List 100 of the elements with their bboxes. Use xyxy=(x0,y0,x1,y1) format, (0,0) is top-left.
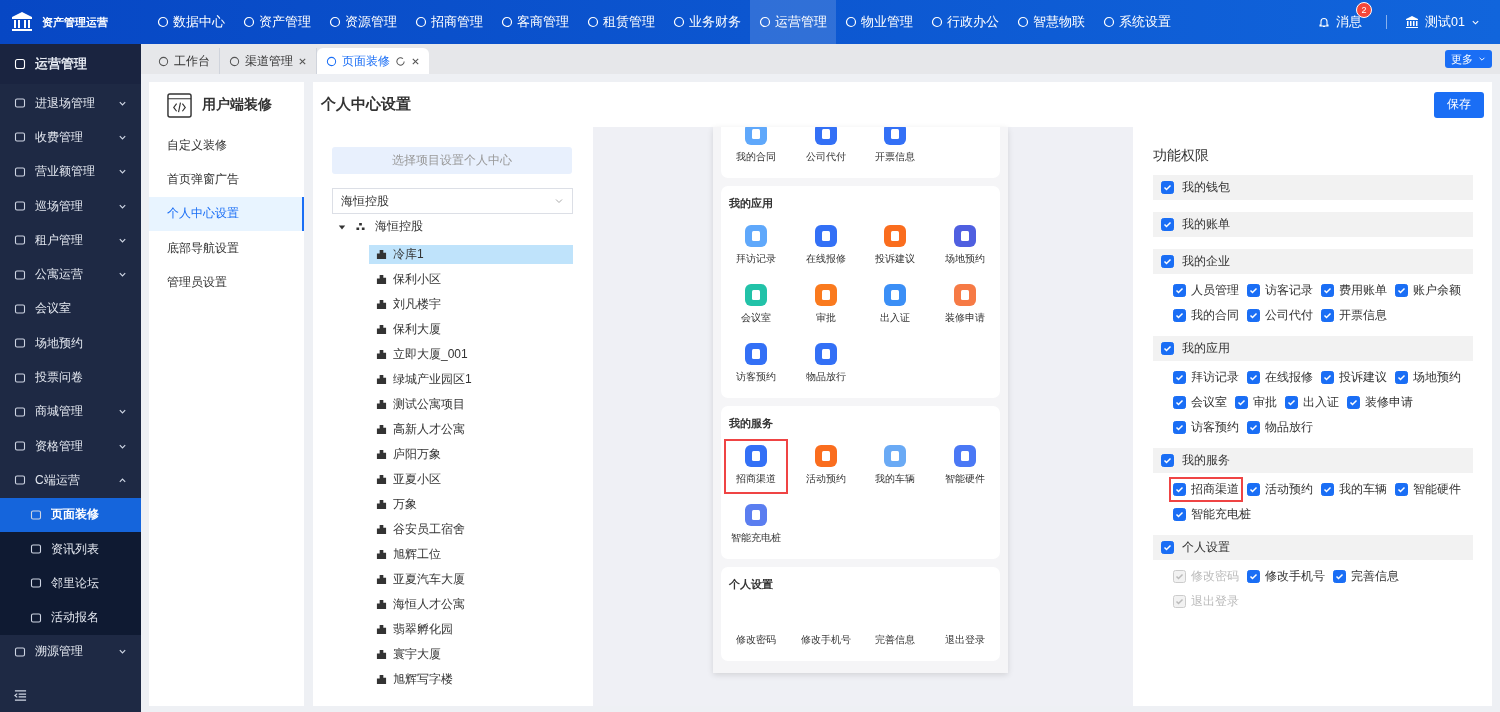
tree-node[interactable]: 翡翠孵化园 xyxy=(369,620,573,639)
checkbox[interactable] xyxy=(1161,342,1174,355)
checkbox[interactable] xyxy=(1321,371,1334,384)
app-shortcut[interactable]: 装修申请 xyxy=(933,278,997,333)
checkbox[interactable] xyxy=(1247,570,1260,583)
checkbox[interactable] xyxy=(1173,508,1186,521)
tree-node[interactable]: 海恒人才公寓 xyxy=(369,595,573,614)
save-button[interactable]: 保存 xyxy=(1434,91,1484,118)
checkbox[interactable] xyxy=(1161,541,1174,554)
sidebar-item[interactable]: 营业额管理 xyxy=(0,154,141,189)
app-shortcut[interactable]: 在线报修 xyxy=(793,219,858,274)
decor-menu-item[interactable]: 首页弹窗广告 xyxy=(149,162,304,197)
sidebar-item[interactable]: 资格管理 xyxy=(0,428,141,464)
permission-group[interactable]: 我的钱包 xyxy=(1153,175,1473,200)
sidebar-item[interactable]: 租户管理 xyxy=(0,223,141,258)
permission-group[interactable]: 个人设置 xyxy=(1153,535,1473,560)
top-nav-item[interactable]: 租赁管理 xyxy=(578,0,664,44)
collapse-menu-icon[interactable] xyxy=(14,688,27,702)
top-nav-item[interactable]: 业务财务 xyxy=(664,0,750,44)
permission-option[interactable]: 招商渠道 xyxy=(1169,477,1243,502)
app-shortcut[interactable]: 我的合同 xyxy=(724,127,788,172)
checkbox[interactable] xyxy=(1285,396,1298,409)
checkbox[interactable] xyxy=(1247,309,1260,322)
sidebar-item[interactable]: C端运营 xyxy=(0,463,141,498)
tree-node[interactable]: 冷库1 xyxy=(369,245,573,264)
sidebar-item[interactable]: 商城管理 xyxy=(0,394,141,429)
top-nav-item[interactable]: 招商管理 xyxy=(406,0,492,44)
checkbox[interactable] xyxy=(1173,284,1186,297)
permission-option[interactable]: 完善信息 xyxy=(1329,564,1403,589)
sidebar-item[interactable]: 收费管理 xyxy=(0,120,141,155)
permission-group[interactable]: 我的账单 xyxy=(1153,212,1473,237)
sidebar-item[interactable]: 投票问卷 xyxy=(0,360,141,395)
sidebar-subitem[interactable]: 邻里论坛 xyxy=(0,566,141,601)
tree-node[interactable]: 旭辉工位 xyxy=(369,545,573,564)
tree-node[interactable]: 测试公寓项目 xyxy=(369,395,573,414)
permission-option[interactable]: 访客记录 xyxy=(1243,278,1317,303)
app-shortcut[interactable]: 修改密码 xyxy=(724,600,788,655)
tree-node[interactable]: 高新人才公寓 xyxy=(369,420,573,439)
checkbox[interactable] xyxy=(1395,371,1408,384)
close-icon[interactable] xyxy=(411,56,420,66)
checkbox[interactable] xyxy=(1161,255,1174,268)
app-shortcut[interactable]: 拜访记录 xyxy=(724,219,788,274)
permission-option[interactable]: 活动预约 xyxy=(1243,477,1317,502)
top-nav-item[interactable]: 系统设置 xyxy=(1094,0,1180,44)
checkbox[interactable] xyxy=(1235,396,1248,409)
permission-option[interactable]: 人员管理 xyxy=(1169,278,1243,303)
permission-option[interactable]: 智能硬件 xyxy=(1391,477,1465,502)
permission-option[interactable]: 拜访记录 xyxy=(1169,365,1243,390)
top-nav-item[interactable]: 智慧物联 xyxy=(1008,0,1094,44)
checkbox[interactable] xyxy=(1347,396,1360,409)
permission-option[interactable]: 场地预约 xyxy=(1391,365,1465,390)
permission-option[interactable]: 物品放行 xyxy=(1243,415,1317,440)
app-shortcut[interactable]: 场地预约 xyxy=(933,219,997,274)
app-shortcut[interactable]: 会议室 xyxy=(724,278,788,333)
checkbox[interactable] xyxy=(1173,371,1186,384)
tree-node[interactable]: 寰宇大厦 xyxy=(369,645,573,664)
checkbox[interactable] xyxy=(1161,181,1174,194)
refresh-icon[interactable] xyxy=(395,55,406,67)
app-shortcut[interactable]: 完善信息 xyxy=(863,600,928,655)
permission-option[interactable]: 我的合同 xyxy=(1169,303,1243,328)
decor-menu-item[interactable]: 管理员设置 xyxy=(149,265,304,300)
page-tab[interactable]: 工作台 xyxy=(149,48,220,74)
permission-option[interactable]: 公司代付 xyxy=(1243,303,1317,328)
permission-option[interactable]: 我的车辆 xyxy=(1317,477,1391,502)
checkbox[interactable] xyxy=(1321,309,1334,322)
app-shortcut[interactable]: 审批 xyxy=(793,278,858,333)
permission-group[interactable]: 我的企业 xyxy=(1153,249,1473,274)
checkbox[interactable] xyxy=(1395,483,1408,496)
top-nav-item[interactable]: 客商管理 xyxy=(492,0,578,44)
sidebar-subitem[interactable]: 页面装修 xyxy=(0,497,141,532)
app-shortcut[interactable]: 我的车辆 xyxy=(863,439,928,494)
app-shortcut[interactable]: 公司代付 xyxy=(793,127,858,172)
app-shortcut[interactable]: 投诉建议 xyxy=(863,219,928,274)
tree-node[interactable]: 庐阳万象 xyxy=(369,445,573,464)
tree-node[interactable]: 绿城产业园区1 xyxy=(369,370,573,389)
tree-node[interactable]: 保利小区 xyxy=(369,270,573,289)
checkbox[interactable] xyxy=(1173,309,1186,322)
sidebar-item[interactable]: 公寓运营 xyxy=(0,257,141,292)
app-shortcut[interactable]: 物品放行 xyxy=(793,337,858,392)
permission-option[interactable]: 账户余额 xyxy=(1391,278,1465,303)
permission-option[interactable]: 在线报修 xyxy=(1243,365,1317,390)
decor-menu-item[interactable]: 自定义装修 xyxy=(149,128,304,163)
permission-group[interactable]: 我的应用 xyxy=(1153,336,1473,361)
app-shortcut[interactable]: 修改手机号 xyxy=(793,600,858,655)
top-nav-item[interactable]: 资产管理 xyxy=(234,0,320,44)
checkbox[interactable] xyxy=(1173,483,1186,496)
sidebar-item[interactable]: 场地预约 xyxy=(0,326,141,361)
permission-option[interactable]: 智能充电桩 xyxy=(1169,502,1255,527)
permission-group[interactable]: 我的服务 xyxy=(1153,448,1473,473)
checkbox[interactable] xyxy=(1321,483,1334,496)
checkbox[interactable] xyxy=(1173,421,1186,434)
app-shortcut[interactable]: 出入证 xyxy=(863,278,928,333)
project-select[interactable]: 海恒控股 xyxy=(332,188,573,214)
checkbox[interactable] xyxy=(1321,284,1334,297)
checkbox[interactable] xyxy=(1395,284,1408,297)
decor-menu-item[interactable]: 底部导航设置 xyxy=(149,230,304,266)
caret-icon[interactable] xyxy=(338,222,346,231)
checkbox[interactable] xyxy=(1247,371,1260,384)
app-shortcut[interactable]: 访客预约 xyxy=(724,337,788,392)
checkbox[interactable] xyxy=(1247,421,1260,434)
